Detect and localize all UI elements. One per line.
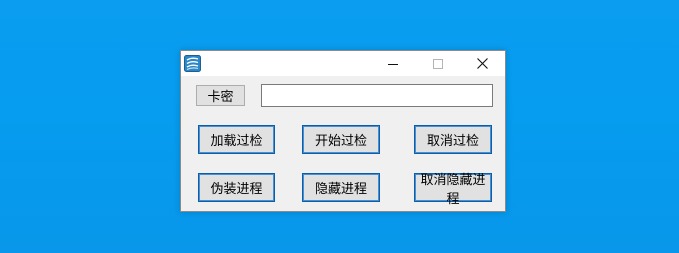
disguise-process-button[interactable]: 伪装进程 <box>198 173 275 202</box>
minimize-icon <box>387 54 398 73</box>
hide-process-button[interactable]: 隐藏进程 <box>302 173 380 202</box>
client-area: 卡密 加载过检 开始过检 取消过检 伪装进程 隐藏进程 取消隐藏进程 <box>181 76 505 211</box>
title-bar[interactable] <box>181 51 505 76</box>
load-bypass-button[interactable]: 加载过检 <box>198 125 275 154</box>
card-key-label-button[interactable]: 卡密 <box>196 85 245 106</box>
app-icon <box>184 55 201 72</box>
maximize-icon <box>432 54 443 73</box>
card-key-input[interactable] <box>261 84 493 107</box>
app-window: 卡密 加载过检 开始过检 取消过检 伪装进程 隐藏进程 取消隐藏进程 <box>180 50 506 212</box>
start-bypass-button[interactable]: 开始过检 <box>302 125 380 154</box>
cancel-hide-process-button[interactable]: 取消隐藏进程 <box>414 173 492 207</box>
close-icon <box>477 54 488 73</box>
close-button[interactable] <box>460 51 505 76</box>
maximize-button[interactable] <box>415 51 460 76</box>
minimize-button[interactable] <box>370 51 415 76</box>
cancel-bypass-button[interactable]: 取消过检 <box>414 125 492 154</box>
